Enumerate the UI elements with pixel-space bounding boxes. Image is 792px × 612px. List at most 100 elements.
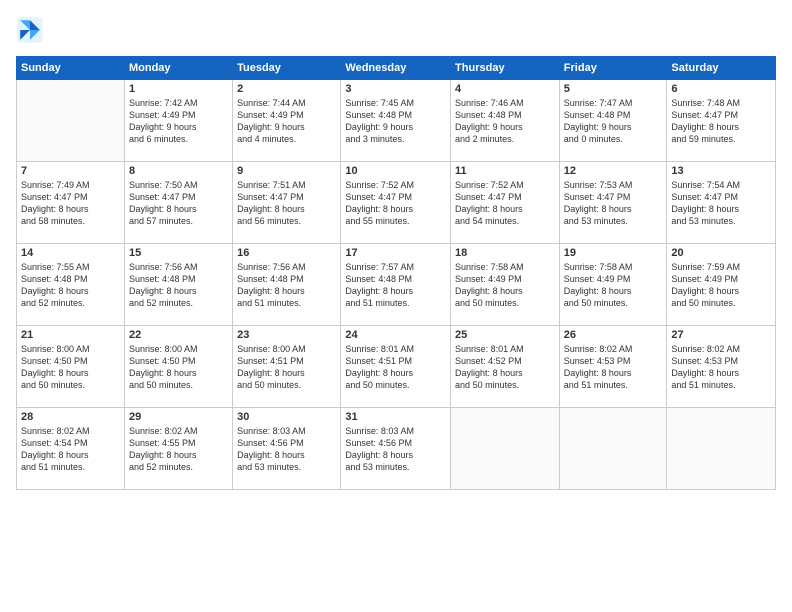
calendar-cell: 25 Sunrise: 8:01 AM Sunset: 4:52 PM Dayli… <box>451 326 560 408</box>
week-row-4: 28 Sunrise: 8:02 AM Sunset: 4:54 PM Dayli… <box>17 408 776 490</box>
page: SundayMondayTuesdayWednesdayThursdayFrid… <box>0 0 792 612</box>
calendar-cell: 23 Sunrise: 8:00 AM Sunset: 4:51 PM Dayli… <box>233 326 341 408</box>
calendar-cell <box>451 408 560 490</box>
day-number: 6 <box>671 83 771 95</box>
weekday-header-wednesday: Wednesday <box>341 57 451 80</box>
day-detail: Sunrise: 7:59 AM Sunset: 4:49 PM Dayligh… <box>671 261 771 310</box>
day-detail: Sunrise: 7:52 AM Sunset: 4:47 PM Dayligh… <box>345 179 446 228</box>
calendar-cell: 5 Sunrise: 7:47 AM Sunset: 4:48 PM Daylig… <box>559 80 667 162</box>
day-number: 2 <box>237 83 336 95</box>
weekday-header-thursday: Thursday <box>451 57 560 80</box>
day-detail: Sunrise: 8:00 AM Sunset: 4:50 PM Dayligh… <box>129 343 228 392</box>
weekday-header-saturday: Saturday <box>667 57 776 80</box>
day-number: 20 <box>671 247 771 259</box>
day-number: 8 <box>129 165 228 177</box>
calendar-cell: 16 Sunrise: 7:56 AM Sunset: 4:48 PM Dayli… <box>233 244 341 326</box>
day-number: 19 <box>564 247 663 259</box>
day-number: 28 <box>21 411 120 423</box>
day-number: 17 <box>345 247 446 259</box>
day-number: 15 <box>129 247 228 259</box>
calendar-cell: 4Sunrise: 7:46 AM Sunset: 4:48 PM Daylig… <box>451 80 560 162</box>
week-row-0: 1 Sunrise: 7:42 AM Sunset: 4:49 PM Daylig… <box>17 80 776 162</box>
day-detail: Sunrise: 7:55 AM Sunset: 4:48 PM Dayligh… <box>21 261 120 310</box>
calendar-cell: 22 Sunrise: 8:00 AM Sunset: 4:50 PM Dayli… <box>124 326 232 408</box>
week-row-1: 7 Sunrise: 7:49 AM Sunset: 4:47 PM Daylig… <box>17 162 776 244</box>
calendar-cell: 9Sunrise: 7:51 AM Sunset: 4:47 PM Daylig… <box>233 162 341 244</box>
day-number: 23 <box>237 329 336 341</box>
day-detail: Sunrise: 7:57 AM Sunset: 4:48 PM Dayligh… <box>345 261 446 310</box>
day-number: 13 <box>671 165 771 177</box>
calendar-table: SundayMondayTuesdayWednesdayThursdayFrid… <box>16 56 776 490</box>
calendar-cell: 30Sunrise: 8:03 AM Sunset: 4:56 PM Dayli… <box>233 408 341 490</box>
day-number: 31 <box>345 411 446 423</box>
day-number: 4 <box>455 83 555 95</box>
calendar-cell: 27Sunrise: 8:02 AM Sunset: 4:53 PM Dayli… <box>667 326 776 408</box>
calendar-cell: 26Sunrise: 8:02 AM Sunset: 4:53 PM Dayli… <box>559 326 667 408</box>
day-detail: Sunrise: 7:47 AM Sunset: 4:48 PM Dayligh… <box>564 97 663 146</box>
calendar-cell: 21 Sunrise: 8:00 AM Sunset: 4:50 PM Dayli… <box>17 326 125 408</box>
day-number: 25 <box>455 329 555 341</box>
calendar-cell: 14 Sunrise: 7:55 AM Sunset: 4:48 PM Dayli… <box>17 244 125 326</box>
calendar-cell <box>667 408 776 490</box>
weekday-header-tuesday: Tuesday <box>233 57 341 80</box>
calendar-cell: 31 Sunrise: 8:03 AM Sunset: 4:56 PM Dayli… <box>341 408 451 490</box>
day-detail: Sunrise: 8:03 AM Sunset: 4:56 PM Dayligh… <box>345 425 446 474</box>
calendar-cell: 15 Sunrise: 7:56 AM Sunset: 4:48 PM Dayli… <box>124 244 232 326</box>
calendar-cell: 29 Sunrise: 8:02 AM Sunset: 4:55 PM Dayli… <box>124 408 232 490</box>
calendar-cell: 19 Sunrise: 7:58 AM Sunset: 4:49 PM Dayli… <box>559 244 667 326</box>
day-number: 24 <box>345 329 446 341</box>
day-detail: Sunrise: 7:58 AM Sunset: 4:49 PM Dayligh… <box>564 261 663 310</box>
calendar-cell: 11Sunrise: 7:52 AM Sunset: 4:47 PM Dayli… <box>451 162 560 244</box>
day-detail: Sunrise: 8:00 AM Sunset: 4:50 PM Dayligh… <box>21 343 120 392</box>
day-number: 12 <box>564 165 663 177</box>
calendar-cell: 6 Sunrise: 7:48 AM Sunset: 4:47 PM Daylig… <box>667 80 776 162</box>
day-number: 11 <box>455 165 555 177</box>
weekday-header-row: SundayMondayTuesdayWednesdayThursdayFrid… <box>17 57 776 80</box>
calendar-cell: 10Sunrise: 7:52 AM Sunset: 4:47 PM Dayli… <box>341 162 451 244</box>
day-detail: Sunrise: 8:02 AM Sunset: 4:55 PM Dayligh… <box>129 425 228 474</box>
day-detail: Sunrise: 8:00 AM Sunset: 4:51 PM Dayligh… <box>237 343 336 392</box>
day-detail: Sunrise: 8:03 AM Sunset: 4:56 PM Dayligh… <box>237 425 336 474</box>
calendar-cell: 1 Sunrise: 7:42 AM Sunset: 4:49 PM Daylig… <box>124 80 232 162</box>
day-number: 29 <box>129 411 228 423</box>
calendar-cell: 13 Sunrise: 7:54 AM Sunset: 4:47 PM Dayli… <box>667 162 776 244</box>
day-detail: Sunrise: 7:56 AM Sunset: 4:48 PM Dayligh… <box>129 261 228 310</box>
weekday-header-sunday: Sunday <box>17 57 125 80</box>
day-number: 16 <box>237 247 336 259</box>
day-detail: Sunrise: 7:44 AM Sunset: 4:49 PM Dayligh… <box>237 97 336 146</box>
day-detail: Sunrise: 8:01 AM Sunset: 4:52 PM Dayligh… <box>455 343 555 392</box>
day-detail: Sunrise: 7:54 AM Sunset: 4:47 PM Dayligh… <box>671 179 771 228</box>
day-number: 21 <box>21 329 120 341</box>
calendar-cell: 17 Sunrise: 7:57 AM Sunset: 4:48 PM Dayli… <box>341 244 451 326</box>
day-detail: Sunrise: 7:50 AM Sunset: 4:47 PM Dayligh… <box>129 179 228 228</box>
day-number: 22 <box>129 329 228 341</box>
day-detail: Sunrise: 8:02 AM Sunset: 4:54 PM Dayligh… <box>21 425 120 474</box>
day-number: 18 <box>455 247 555 259</box>
day-number: 7 <box>21 165 120 177</box>
calendar-cell: 18Sunrise: 7:58 AM Sunset: 4:49 PM Dayli… <box>451 244 560 326</box>
calendar-cell: 12Sunrise: 7:53 AM Sunset: 4:47 PM Dayli… <box>559 162 667 244</box>
day-number: 26 <box>564 329 663 341</box>
day-number: 3 <box>345 83 446 95</box>
day-detail: Sunrise: 8:01 AM Sunset: 4:51 PM Dayligh… <box>345 343 446 392</box>
day-detail: Sunrise: 7:49 AM Sunset: 4:47 PM Dayligh… <box>21 179 120 228</box>
day-detail: Sunrise: 7:42 AM Sunset: 4:49 PM Dayligh… <box>129 97 228 146</box>
header <box>16 16 776 44</box>
calendar-cell <box>559 408 667 490</box>
logo-icon <box>16 16 44 44</box>
calendar-cell: 28 Sunrise: 8:02 AM Sunset: 4:54 PM Dayli… <box>17 408 125 490</box>
day-number: 9 <box>237 165 336 177</box>
day-number: 27 <box>671 329 771 341</box>
day-detail: Sunrise: 7:56 AM Sunset: 4:48 PM Dayligh… <box>237 261 336 310</box>
calendar-cell: 8 Sunrise: 7:50 AM Sunset: 4:47 PM Daylig… <box>124 162 232 244</box>
calendar-cell: 20 Sunrise: 7:59 AM Sunset: 4:49 PM Dayli… <box>667 244 776 326</box>
day-detail: Sunrise: 7:48 AM Sunset: 4:47 PM Dayligh… <box>671 97 771 146</box>
day-number: 1 <box>129 83 228 95</box>
calendar-cell: 2 Sunrise: 7:44 AM Sunset: 4:49 PM Daylig… <box>233 80 341 162</box>
logo <box>16 16 48 44</box>
day-detail: Sunrise: 7:45 AM Sunset: 4:48 PM Dayligh… <box>345 97 446 146</box>
calendar-cell <box>17 80 125 162</box>
weekday-header-monday: Monday <box>124 57 232 80</box>
day-number: 14 <box>21 247 120 259</box>
day-number: 5 <box>564 83 663 95</box>
